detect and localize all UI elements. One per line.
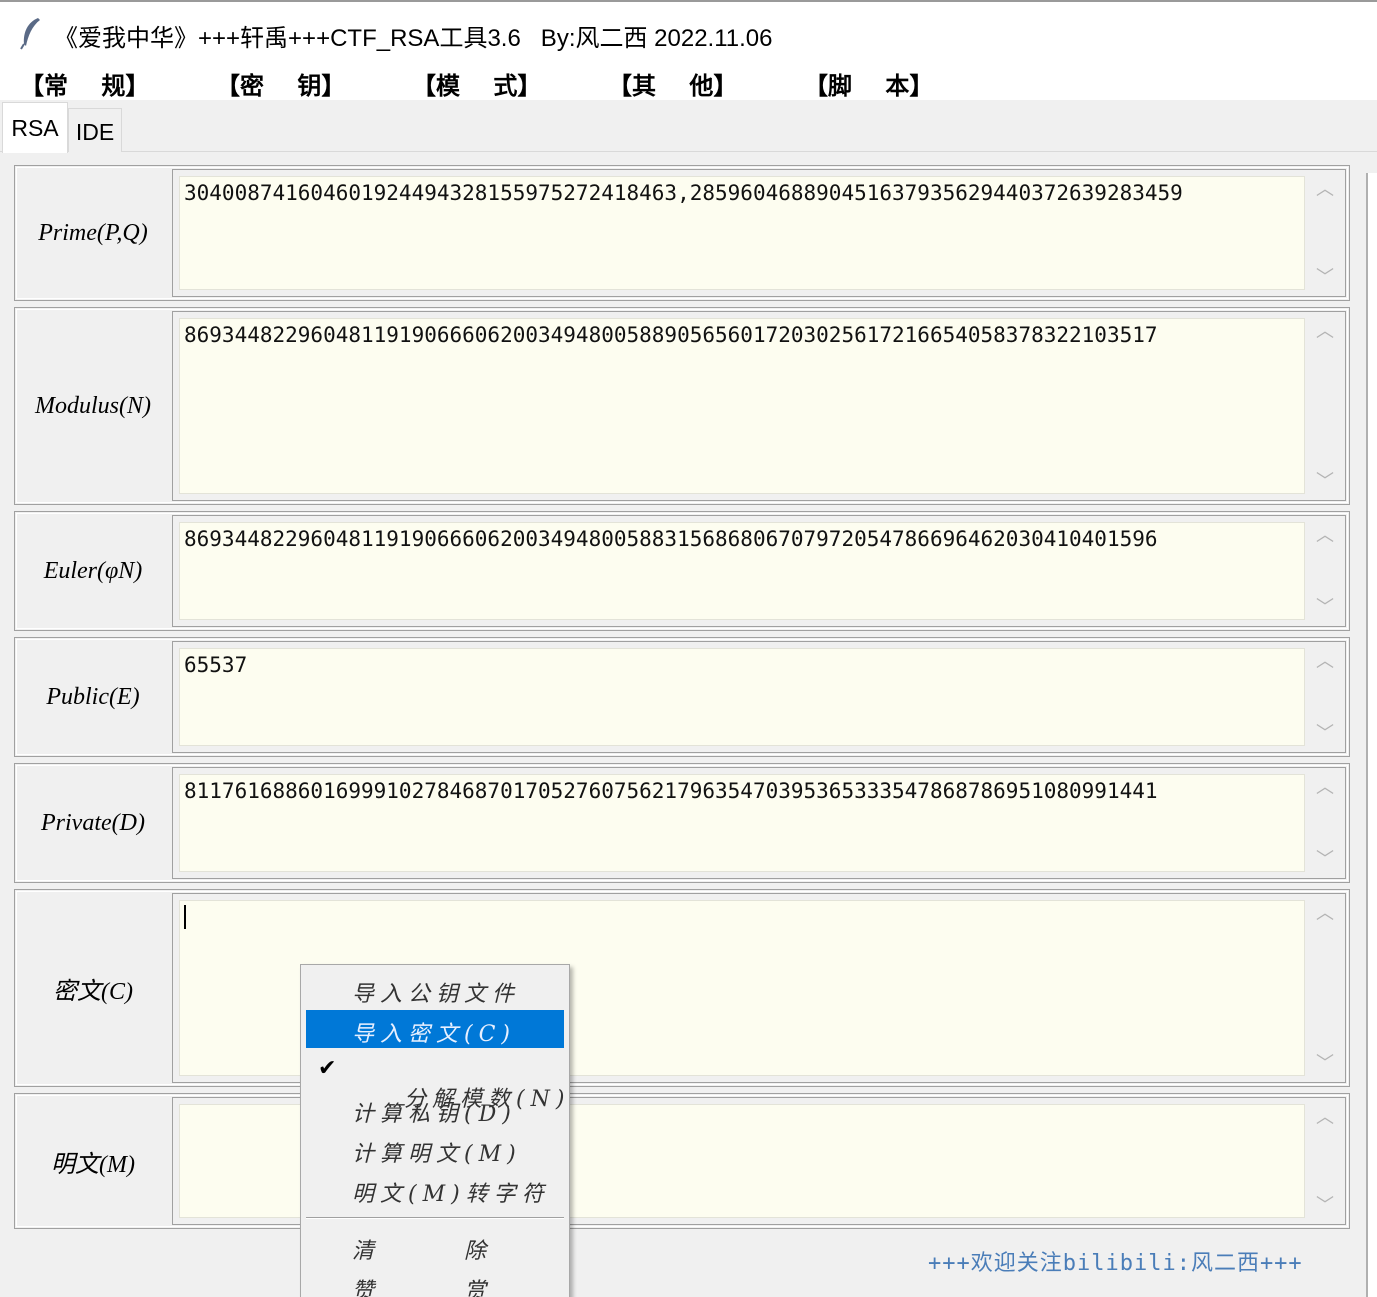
- menu-item-compute-private-key[interactable]: 计算私钥(D): [306, 1090, 564, 1128]
- reward-label-left: 赞: [352, 1279, 375, 1297]
- modulus-label: Modulus(N): [35, 392, 151, 419]
- scroll-down-icon[interactable]: ﹀: [1315, 472, 1335, 490]
- reward-label-right: 赏: [464, 1279, 487, 1297]
- private-row: Private(D) 81176168860169991027846870170…: [14, 763, 1350, 883]
- tab-rsa[interactable]: RSA: [2, 102, 68, 153]
- private-field-frame: 8117616886016999102784687017052760756217…: [172, 767, 1346, 879]
- euler-row: Euler(φN) 869344822960481191906660620034…: [14, 511, 1350, 631]
- cipher-label: 密文(C): [53, 978, 133, 1005]
- modulus-field-frame: 8693448229604811919066606200349480058890…: [172, 311, 1346, 501]
- scroll-down-icon[interactable]: ﹀: [1315, 598, 1335, 616]
- feather-icon: [20, 18, 40, 50]
- public-field-frame: 65537 ︿ ﹀: [172, 641, 1346, 753]
- tab-ide[interactable]: IDE: [68, 108, 122, 152]
- tab-bar: RSA IDE: [0, 100, 1377, 153]
- scroll-down-icon[interactable]: ﹀: [1315, 1196, 1335, 1214]
- plain-row: 明文(M) ︿ ﹀: [14, 1093, 1350, 1229]
- euler-input[interactable]: 8693448229604811919066606200349480058831…: [179, 522, 1305, 620]
- scroll-down-icon[interactable]: ﹀: [1315, 268, 1335, 286]
- public-row: Public(E) 65537 ︿ ﹀: [14, 637, 1350, 757]
- scroll-down-icon[interactable]: ﹀: [1315, 850, 1335, 868]
- modulus-row: Modulus(N) 86934482296048119190666062003…: [14, 307, 1350, 505]
- menu-item-plaintext-to-string[interactable]: 明文(M)转字符: [306, 1170, 564, 1208]
- menu-item-import-ciphertext[interactable]: 导入密文(C): [306, 1010, 564, 1048]
- menu-item-reward[interactable]: 赞 赏: [306, 1267, 564, 1297]
- menu-bar: 【常 规】 【密 钥】 【模 式】 【其 他】 【脚 本】: [0, 62, 1377, 100]
- window-title: 《爱我中华》+++轩禹+++CTF_RSA工具3.6 By:风二西 2022.1…: [54, 25, 773, 52]
- side-panel-edge: [1366, 173, 1377, 1297]
- prime-field-frame: 304008741604601924494328155975272418463,…: [172, 169, 1346, 297]
- scroll-up-icon[interactable]: ︿: [1315, 322, 1335, 340]
- title-bar: 《爱我中华》+++轩禹+++CTF_RSA工具3.6 By:风二西 2022.1…: [0, 0, 1377, 62]
- prime-input[interactable]: 304008741604601924494328155975272418463,…: [179, 176, 1305, 290]
- public-label: Public(E): [46, 683, 140, 710]
- menu-item-import-public-key[interactable]: 导入公钥文件: [306, 970, 564, 1008]
- footer-text: +++欢迎关注bilibili:风二西+++: [928, 1251, 1303, 1276]
- menu-script[interactable]: 【脚 本】: [804, 66, 933, 101]
- prime-label: Prime(P,Q): [38, 219, 148, 246]
- scroll-up-icon[interactable]: ︿: [1315, 526, 1335, 544]
- scroll-up-icon[interactable]: ︿: [1315, 904, 1335, 922]
- euler-label: Euler(φN): [43, 557, 143, 584]
- rsa-panel: Prime(P,Q) 30400874160460192449432815597…: [0, 153, 1377, 1297]
- scroll-down-icon[interactable]: ﹀: [1315, 1054, 1335, 1072]
- menu-item-factor-modulus[interactable]: ✔ 分解模数(N): [306, 1050, 564, 1112]
- check-icon: ✔: [318, 1056, 337, 1081]
- scroll-up-icon[interactable]: ︿: [1315, 1108, 1335, 1126]
- cipher-row: 密文(C) ︿ ﹀: [14, 889, 1350, 1087]
- menu-item-compute-plaintext[interactable]: 计算明文(M): [306, 1130, 564, 1168]
- plain-label: 明文(M): [51, 1151, 135, 1178]
- private-label: Private(D): [41, 809, 145, 836]
- menu-mode[interactable]: 【模 式】: [412, 66, 541, 101]
- prime-row: Prime(P,Q) 30400874160460192449432815597…: [14, 165, 1350, 301]
- context-menu: 导入公钥文件 导入密文(C) ✔ 分解模数(N) 计算私钥(D) 计算明文(M) …: [300, 964, 570, 1297]
- text-caret: [184, 905, 186, 929]
- scroll-up-icon[interactable]: ︿: [1315, 180, 1335, 198]
- scroll-up-icon[interactable]: ︿: [1315, 652, 1335, 670]
- clear-label-left: 清: [352, 1239, 375, 1264]
- modulus-input[interactable]: 8693448229604811919066606200349480058890…: [179, 318, 1305, 494]
- menu-separator: [306, 1217, 564, 1219]
- public-input[interactable]: 65537: [179, 648, 1305, 746]
- private-input[interactable]: 8117616886016999102784687017052760756217…: [179, 774, 1305, 872]
- scroll-up-icon[interactable]: ︿: [1315, 778, 1335, 796]
- menu-general[interactable]: 【常 规】: [20, 66, 149, 101]
- menu-item-clear[interactable]: 清 除: [306, 1227, 564, 1265]
- euler-field-frame: 8693448229604811919066606200349480058831…: [172, 515, 1346, 627]
- menu-other[interactable]: 【其 他】: [608, 66, 737, 101]
- scroll-down-icon[interactable]: ﹀: [1315, 724, 1335, 742]
- menu-key[interactable]: 【密 钥】: [216, 66, 345, 101]
- clear-label-right: 除: [464, 1239, 487, 1264]
